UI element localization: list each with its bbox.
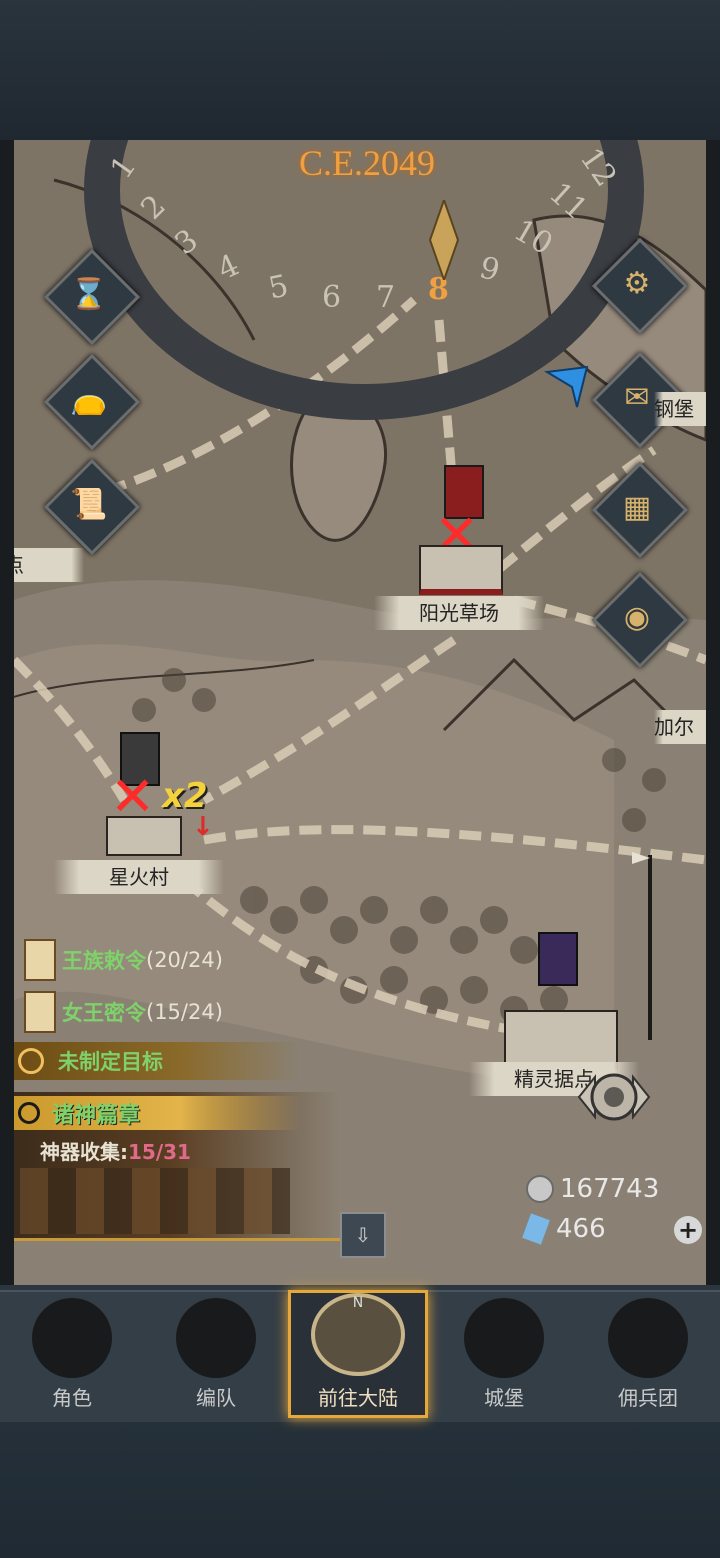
crystal-icon bbox=[522, 1213, 550, 1245]
crystal-amount: 466 bbox=[556, 1214, 606, 1244]
tab-castle[interactable]: 城堡 bbox=[434, 1297, 574, 1415]
location-sunny-meadow[interactable]: 阳光草场 bbox=[374, 596, 544, 630]
tab-mercenary[interactable]: 佣兵团 bbox=[578, 1297, 718, 1415]
tab-character[interactable]: 角色 bbox=[2, 1297, 142, 1415]
village-building-icon[interactable] bbox=[106, 816, 182, 856]
month-10[interactable]: 10 bbox=[508, 213, 559, 262]
compass-letter: N bbox=[352, 1295, 364, 1311]
silver-amount: 167743 bbox=[560, 1174, 660, 1204]
quest-title: 未制定目标 bbox=[58, 1050, 163, 1074]
month-5[interactable]: 5 bbox=[266, 268, 292, 306]
quest-progress: (20/24) bbox=[146, 948, 223, 972]
scroll-quest-icon bbox=[24, 991, 56, 1033]
quest-royal-decree[interactable]: 王族敕令 (20/24) bbox=[14, 939, 223, 981]
quest-title: 女王密令 bbox=[62, 1001, 146, 1025]
artifact-progress: 15/31 bbox=[128, 1140, 191, 1164]
helmet-icon bbox=[176, 1298, 256, 1378]
crosshair-icon bbox=[577, 1073, 651, 1121]
board-icon: ▦ bbox=[622, 489, 652, 525]
target-icon bbox=[18, 1048, 44, 1074]
gods-chapter-title: 诸神篇章 bbox=[52, 1103, 141, 1128]
gods-chapter-header: 诸神篇章 bbox=[14, 1096, 300, 1130]
plus-icon: + bbox=[677, 1216, 699, 1244]
statues-artwork bbox=[20, 1168, 290, 1234]
mercenary-icon bbox=[608, 1298, 688, 1378]
location-left-edge[interactable]: 点 bbox=[14, 548, 84, 582]
collapse-icon: ⇩ bbox=[354, 1223, 372, 1247]
knight-icon bbox=[32, 1298, 112, 1378]
add-crystal-button[interactable]: + bbox=[674, 1216, 702, 1244]
month-11[interactable]: 11 bbox=[542, 176, 594, 228]
recenter-button[interactable] bbox=[559, 1062, 669, 1132]
month-4[interactable]: 4 bbox=[212, 248, 244, 288]
top-bar bbox=[0, 0, 720, 140]
artifact-label: 神器收集: bbox=[40, 1140, 128, 1164]
battle-multiplier: x2 bbox=[162, 776, 208, 816]
crystal-resource: 466 bbox=[522, 1213, 606, 1245]
hourglass-icon: ⌛ bbox=[70, 276, 108, 312]
month-2[interactable]: 2 bbox=[134, 188, 172, 226]
artifact-collection: 神器收集:15/31 bbox=[40, 1136, 191, 1165]
quest-title: 王族敕令 bbox=[62, 949, 146, 973]
outpost-building-icon[interactable] bbox=[504, 1010, 618, 1070]
quest-progress: (15/24) bbox=[146, 1000, 223, 1024]
down-arrow-icon: ↓ bbox=[192, 812, 214, 842]
month-1[interactable]: 1 bbox=[104, 150, 144, 186]
quest-queen-order[interactable]: 女王密令 (15/24) bbox=[14, 991, 223, 1033]
meadow-building-icon[interactable] bbox=[419, 545, 503, 595]
silver-coin-icon bbox=[526, 1175, 554, 1203]
dial-pointer-icon bbox=[424, 196, 464, 284]
location-right-edge-top[interactable]: 钢堡 bbox=[654, 392, 706, 426]
tab-label: 前往大陆 bbox=[318, 1386, 398, 1410]
collapse-button[interactable]: ⇩ bbox=[340, 1212, 386, 1258]
quest-no-target[interactable]: 未制定目标 bbox=[14, 1042, 300, 1080]
elf-banner-icon bbox=[538, 932, 578, 986]
location-right-edge-mid[interactable]: 加尔 bbox=[654, 710, 706, 744]
world-map[interactable]: 1 2 3 4 5 6 7 8 9 10 11 12 C.E.2049 ⌛ 👝 … bbox=[0, 140, 720, 1285]
bag-icon: 👝 bbox=[70, 381, 108, 417]
tab-label: 佣兵团 bbox=[618, 1386, 678, 1410]
tab-label: 城堡 bbox=[484, 1386, 524, 1410]
month-3[interactable]: 3 bbox=[169, 223, 205, 263]
castle-icon bbox=[464, 1298, 544, 1378]
gods-chapter-panel[interactable]: 诸神篇章 神器收集:15/31 bbox=[14, 1092, 340, 1241]
month-12[interactable]: 12 bbox=[573, 142, 624, 193]
month-9[interactable]: 9 bbox=[476, 250, 504, 289]
silver-resource: 167743 bbox=[526, 1174, 659, 1204]
tab-label: 编队 bbox=[196, 1386, 236, 1410]
tab-continent[interactable]: N 前往大陆 bbox=[288, 1290, 428, 1418]
month-7[interactable]: 7 bbox=[376, 280, 395, 315]
quest-arrow-icon[interactable] bbox=[542, 362, 592, 412]
month-6[interactable]: 6 bbox=[322, 280, 341, 315]
tab-label: 角色 bbox=[52, 1386, 92, 1410]
gear-icon: ⚙ bbox=[623, 265, 651, 301]
search-icon bbox=[18, 1102, 40, 1124]
location-starfire-village[interactable]: 星火村 bbox=[54, 860, 224, 894]
scroll-icon: 📜 bbox=[70, 486, 108, 522]
coin-icon: ◉ bbox=[623, 599, 651, 635]
calendar-year: C.E.2049 bbox=[299, 143, 436, 183]
scroll-quest-icon bbox=[24, 939, 56, 981]
tab-formation[interactable]: 编队 bbox=[146, 1297, 286, 1415]
